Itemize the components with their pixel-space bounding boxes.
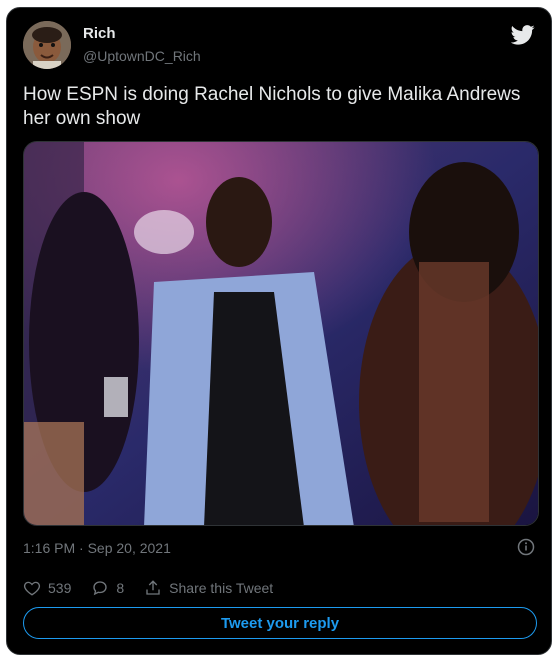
- heart-icon: [23, 581, 41, 596]
- twitter-bird-icon[interactable]: [511, 25, 535, 45]
- tweet-text: How ESPN is doing Rachel Nichols to give…: [23, 84, 521, 129]
- like-button[interactable]: 539: [23, 579, 71, 597]
- reply-icon: [93, 581, 108, 596]
- share-icon: [146, 580, 160, 595]
- avatar-image: [23, 21, 71, 69]
- share-label: Share this Tweet: [169, 580, 274, 596]
- avatar[interactable]: [23, 21, 71, 69]
- action-bar: 539 8 Share this Tweet: [23, 577, 533, 599]
- user-handle[interactable]: @UptownDC_Rich: [83, 48, 201, 64]
- like-count: 539: [48, 580, 72, 596]
- reply-count: 8: [116, 580, 125, 596]
- info-icon[interactable]: [517, 538, 535, 556]
- share-button[interactable]: Share this Tweet: [144, 579, 273, 597]
- display-name[interactable]: Rich: [83, 25, 116, 42]
- tweet-your-reply-button[interactable]: Tweet your reply: [23, 607, 537, 639]
- tweet-media[interactable]: [23, 141, 539, 526]
- tweet-timestamp[interactable]: 1:16 PM · Sep 20, 2021: [23, 540, 171, 556]
- reply-button[interactable]: 8: [91, 579, 124, 597]
- media-video-still: [24, 142, 538, 525]
- tweet-card: Rich @UptownDC_Rich How ESPN is doing Ra…: [6, 7, 552, 655]
